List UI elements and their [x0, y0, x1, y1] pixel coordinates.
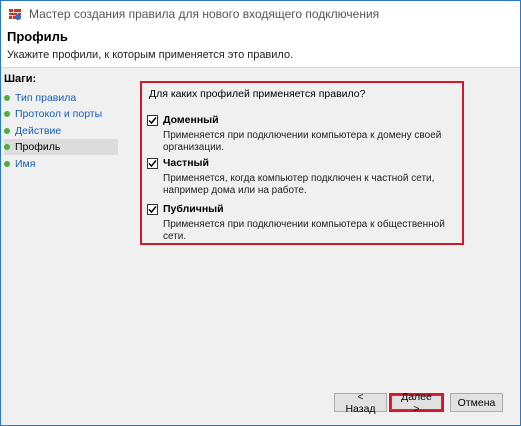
- checkmark-icon: [148, 116, 157, 124]
- private-profile-description: Применяется, когда компьютер подключен к…: [163, 173, 435, 196]
- cancel-button[interactable]: Отмена: [450, 393, 503, 412]
- wizard-window: Мастер создания правила для нового входя…: [0, 0, 521, 426]
- green-dot-icon: [4, 95, 10, 101]
- sidebar-item-label: Протокол и порты: [15, 108, 103, 120]
- private-profile-checkbox-row[interactable]: Частный: [147, 157, 209, 169]
- checkmark-icon: [148, 205, 157, 213]
- domain-profile-label: Доменный: [163, 114, 219, 126]
- public-profile-checkbox-row[interactable]: Публичный: [147, 203, 224, 215]
- window-title: Мастер создания правила для нового входя…: [29, 7, 380, 21]
- public-profile-checkbox[interactable]: [147, 203, 158, 215]
- next-button[interactable]: Далее >: [389, 391, 444, 415]
- sidebar-item-label: Имя: [15, 158, 36, 170]
- sidebar-item-label: Действие: [15, 125, 62, 137]
- sidebar-item-label: Тип правила: [15, 92, 77, 104]
- green-dot-icon: [4, 128, 10, 134]
- sidebar-item-rule-type[interactable]: Тип правила: [4, 90, 118, 106]
- title-bar: Мастер создания правила для нового входя…: [1, 1, 520, 27]
- domain-profile-checkbox[interactable]: [147, 114, 158, 126]
- private-profile-label: Частный: [163, 157, 209, 169]
- steps-sidebar: Шаги: Тип правила Протокол и порты Дейст…: [1, 68, 120, 343]
- page-subtitle: Укажите профили, к которым применяется э…: [7, 49, 294, 61]
- public-profile-description: Применяется при подключении компьютера к…: [163, 219, 445, 242]
- sidebar-item-action[interactable]: Действие: [4, 123, 118, 139]
- green-dot-icon: [4, 161, 10, 167]
- private-profile-checkbox[interactable]: [147, 157, 158, 169]
- green-dot-icon: [4, 144, 10, 150]
- back-button[interactable]: < Назад: [334, 391, 387, 415]
- checkmark-icon: [148, 159, 157, 167]
- steps-label: Шаги:: [4, 73, 37, 85]
- public-profile-label: Публичный: [163, 203, 224, 215]
- page-title: Профиль: [7, 29, 68, 44]
- green-dot-icon: [4, 111, 10, 117]
- domain-profile-checkbox-row[interactable]: Доменный: [147, 114, 219, 126]
- sidebar-item-name[interactable]: Имя: [4, 156, 118, 172]
- sidebar-item-protocol-ports[interactable]: Протокол и порты: [4, 106, 118, 122]
- profiles-question: Для каких профилей применяется правило?: [149, 88, 366, 100]
- sidebar-item-label: Профиль: [15, 141, 61, 153]
- domain-profile-description: Применяется при подключении компьютера к…: [163, 130, 442, 153]
- firewall-icon: [7, 6, 23, 22]
- content-panel: Для каких профилей применяется правило? …: [120, 68, 519, 425]
- page-header: Профиль Укажите профили, к которым приме…: [1, 27, 520, 68]
- sidebar-item-profile[interactable]: Профиль: [4, 139, 118, 155]
